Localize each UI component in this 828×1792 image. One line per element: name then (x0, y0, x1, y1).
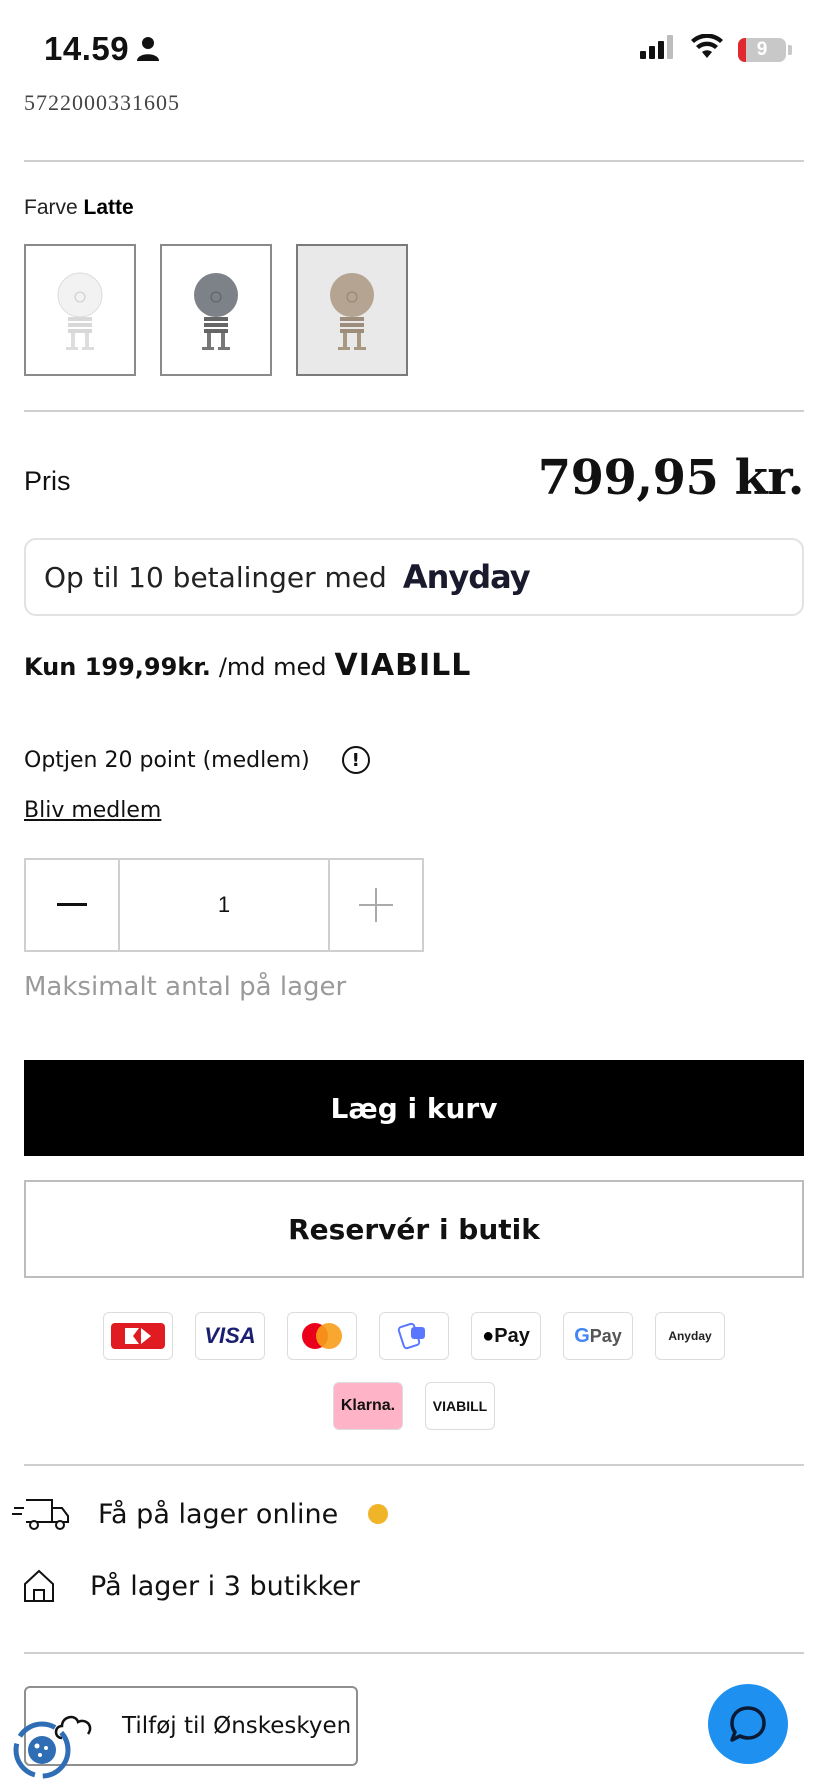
quantity-stepper: 1 (24, 858, 424, 952)
anyday-pay-icon: Anyday (655, 1312, 725, 1360)
color-label-text: Farve (24, 196, 78, 219)
minus-icon (57, 903, 87, 906)
stock-status-dot (368, 1504, 389, 1524)
visa-icon: VISA (195, 1312, 265, 1360)
swatch-latte[interactable] (296, 244, 408, 376)
add-to-cart-button[interactable]: Læg i kurv (24, 1060, 804, 1156)
divider (24, 1652, 804, 1654)
plus-icon (359, 888, 393, 922)
battery-icon: 9 (738, 37, 786, 62)
swatch-white[interactable] (24, 244, 136, 376)
klarna-icon: Klarna. (333, 1382, 403, 1430)
wifi-icon (690, 33, 724, 65)
cookie-consent-icon[interactable] (12, 1720, 72, 1785)
dankort-icon (103, 1312, 173, 1360)
figure-latte-icon (330, 273, 374, 350)
reserve-in-store-button[interactable]: Reservér i butik (24, 1180, 804, 1278)
increase-button[interactable] (328, 860, 422, 950)
battery-level: 9 (756, 38, 768, 60)
color-value: Latte (83, 196, 134, 219)
stock-note: Maksimalt antal på lager (24, 972, 347, 1002)
viabill-logo: VIABILL (334, 648, 472, 683)
anyday-banner[interactable]: Op til 10 betalinger med Anyday (24, 538, 804, 616)
store-stock-text: På lager i 3 butikker (90, 1570, 360, 1602)
info-icon[interactable]: ! (341, 746, 370, 774)
store-icon (24, 1569, 54, 1602)
become-member-link[interactable]: Bliv medlem (24, 798, 161, 823)
loyalty-points: Optjen 20 point (medlem) ! (24, 746, 370, 774)
points-text: Optjen 20 point (medlem) (24, 747, 310, 773)
price-value: 799,95 kr. (537, 450, 805, 506)
status-bar: 14.59 9 (0, 0, 828, 100)
product-ean: 5722000331605 (24, 90, 180, 115)
chat-icon (730, 1706, 766, 1742)
price-label: Pris (24, 466, 71, 496)
payment-methods-row-2: Klarna. VIABILL (0, 1382, 828, 1430)
divider (24, 1464, 804, 1466)
store-stock[interactable]: På lager i 3 butikker (22, 1568, 360, 1604)
figure-white-icon (57, 272, 103, 350)
status-time: 14.59 (44, 30, 130, 67)
decrease-button[interactable] (26, 860, 120, 950)
anyday-logo: Anyday (402, 558, 531, 596)
mastercard-icon (287, 1312, 357, 1360)
quantity-value[interactable]: 1 (120, 860, 328, 950)
person-icon (136, 36, 160, 67)
viabill-line: Kun 199,99kr. /md med VIABILL (24, 648, 471, 683)
wishlist-label: Tilføj til Ønskeskyen (122, 1713, 352, 1739)
chat-button[interactable] (708, 1684, 788, 1764)
color-swatches (24, 244, 408, 376)
anyday-text: Op til 10 betalinger med (44, 560, 387, 594)
divider (24, 410, 804, 412)
viabill-amount: Kun 199,99kr. (24, 653, 211, 681)
figure-grey-icon (194, 273, 238, 350)
color-label: Farve Latte (24, 196, 134, 220)
online-stock-text: Få på lager online (98, 1498, 339, 1530)
signal-icon (640, 35, 676, 64)
viabill-pay-icon: VIABILL (425, 1382, 495, 1430)
payment-methods-row: VISA ● Pay G Pay Anyday (0, 1312, 828, 1360)
swatch-grey[interactable] (160, 244, 272, 376)
truck-icon (12, 1499, 69, 1530)
online-stock: Få på lager online (12, 1496, 389, 1532)
divider (24, 160, 804, 162)
apple-pay-icon: ● Pay (471, 1312, 541, 1360)
viabill-text: /md med (218, 653, 327, 681)
google-pay-icon: G Pay (563, 1312, 633, 1360)
mobilepay-icon (379, 1312, 449, 1360)
